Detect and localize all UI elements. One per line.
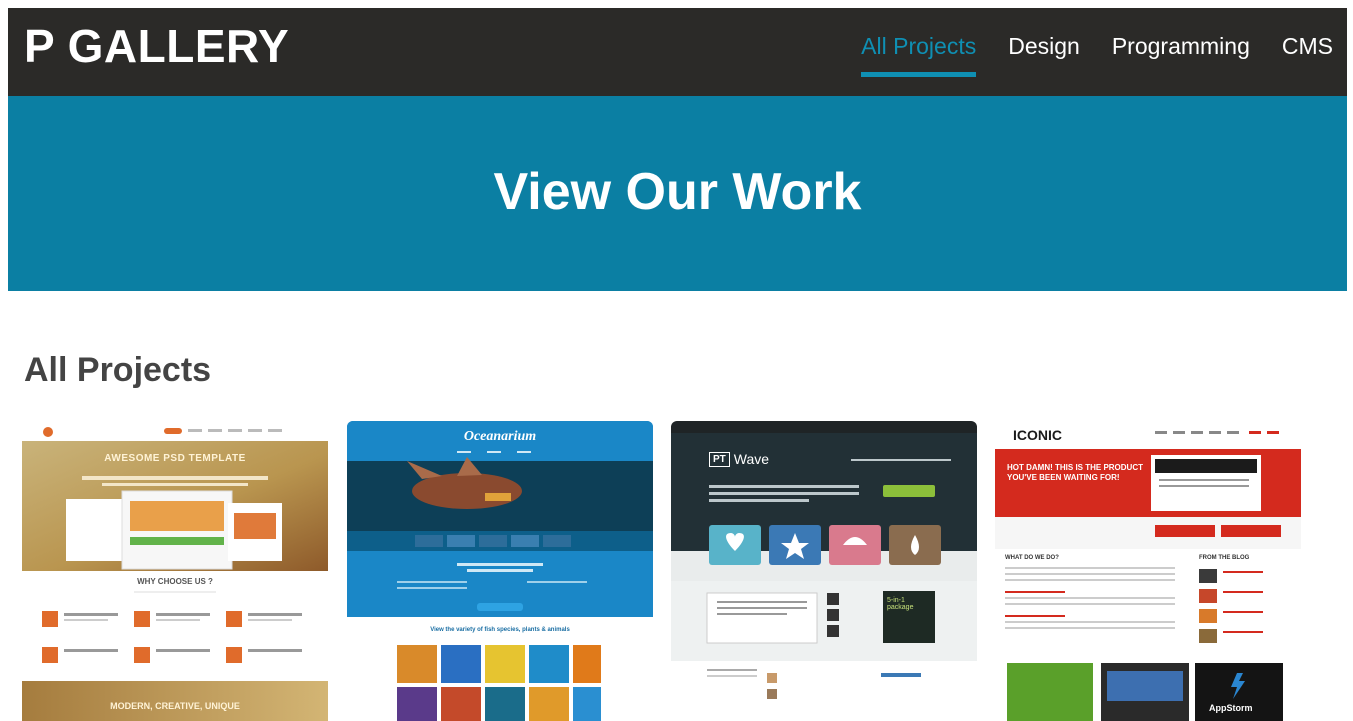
- pt-wave-logo: PT Wave: [709, 451, 769, 467]
- nav-all-projects[interactable]: All Projects: [861, 30, 977, 77]
- pt-wave-heading: Wave: [733, 451, 770, 467]
- oceanarium-heading: Oceanarium: [463, 429, 537, 444]
- nav-design[interactable]: Design: [1008, 30, 1080, 62]
- psd-template-preview: [22, 421, 328, 721]
- active-nav-underline: [861, 72, 977, 77]
- site-logo[interactable]: P GALLERY: [24, 18, 289, 74]
- nav-all-projects-label: All Projects: [861, 33, 977, 59]
- project-thumbnail-oceanarium[interactable]: Oceanarium View the variety of fish spec…: [347, 421, 653, 721]
- pt-logo-mark: PT: [709, 451, 730, 467]
- iconic-logo: ICONIC: [1013, 427, 1062, 443]
- project-thumbnail-iconic[interactable]: ICONIC HOT DAMN! THIS IS THE PRODUCT YOU…: [995, 421, 1301, 721]
- hero-banner: View Our Work: [8, 96, 1347, 291]
- hero-title: View Our Work: [493, 163, 862, 221]
- top-navbar: P GALLERY All Projects Design Programmin…: [8, 8, 1347, 96]
- project-thumbnail-pt-wave[interactable]: PT Wave 5-in-1 package: [671, 421, 977, 721]
- project-thumbnail-psd-template[interactable]: AWESOME PSD TEMPLATE WHY CHOOSE US ? MOD…: [22, 421, 328, 721]
- main-nav: All Projects Design Programming CMS: [861, 30, 1333, 77]
- nav-cms[interactable]: CMS: [1282, 30, 1333, 62]
- iconic-appstorm-label: AppStorm: [1209, 703, 1253, 713]
- psd-template-subheading: WHY CHOOSE US ?: [137, 577, 213, 586]
- pt-wave-badge: 5-in-1 package: [887, 597, 914, 611]
- psd-template-heading: AWESOME PSD TEMPLATE: [104, 453, 246, 464]
- nav-programming[interactable]: Programming: [1112, 30, 1250, 62]
- iconic-services-heading: WHAT DO WE DO?: [1005, 555, 1059, 561]
- oceanarium-subheading: View the variety of fish species, plants…: [430, 627, 570, 633]
- oceanarium-preview: [347, 421, 653, 721]
- iconic-blog-heading: FROM THE BLOG: [1199, 555, 1250, 561]
- section-title: All Projects: [24, 351, 212, 389]
- psd-template-footer: MODERN, CREATIVE, UNIQUE: [110, 701, 240, 711]
- iconic-banner-text: HOT DAMN! THIS IS THE PRODUCT YOU'VE BEE…: [1007, 463, 1143, 482]
